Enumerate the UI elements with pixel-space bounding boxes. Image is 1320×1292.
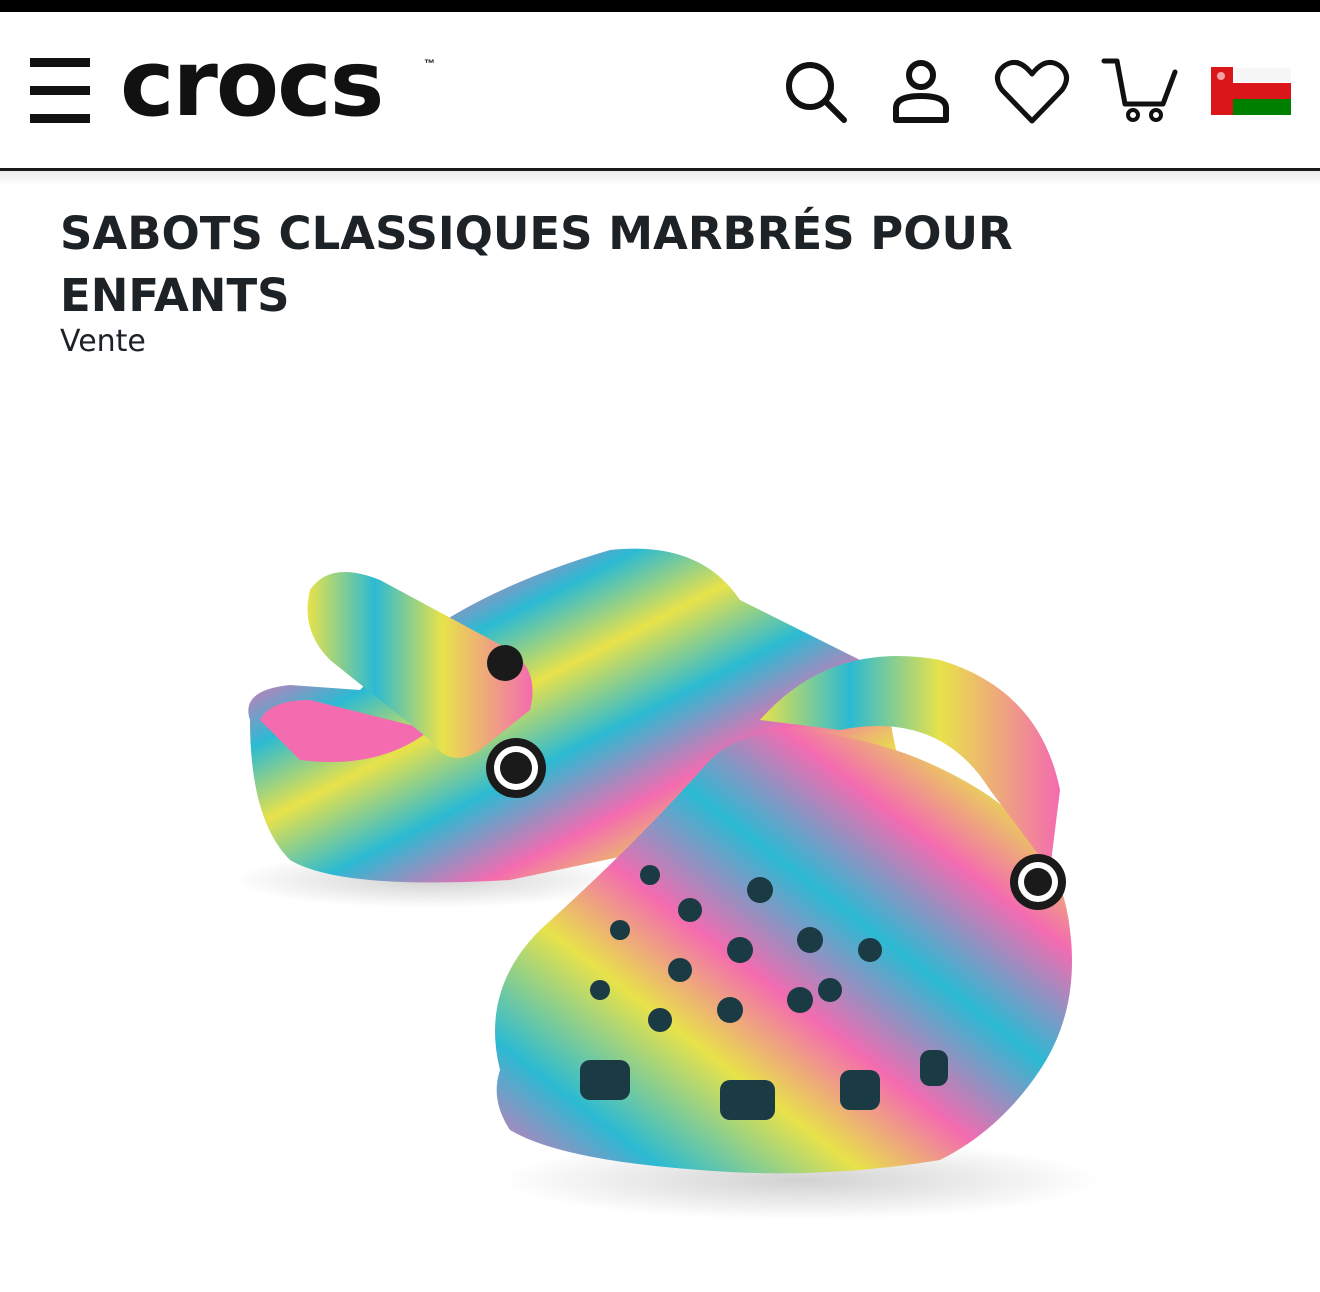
menu-icon[interactable] — [28, 58, 92, 124]
oman-flag-icon[interactable] — [1211, 67, 1291, 115]
product-subtitle: Vente — [60, 324, 146, 359]
heart-icon[interactable] — [994, 58, 1070, 126]
cart-icon[interactable] — [1101, 56, 1179, 124]
product-title: SABOTS CLASSIQUES MARBRÉS POUR ENFANTS — [60, 207, 1013, 322]
crocs-logo[interactable]: crocs — [120, 38, 384, 130]
product-image[interactable] — [180, 370, 1140, 1270]
top-black-bar — [0, 0, 1320, 12]
search-icon[interactable] — [782, 58, 850, 126]
account-icon[interactable] — [889, 58, 953, 124]
trademark-mark: ™ — [424, 58, 435, 70]
header-shadow — [0, 171, 1320, 185]
